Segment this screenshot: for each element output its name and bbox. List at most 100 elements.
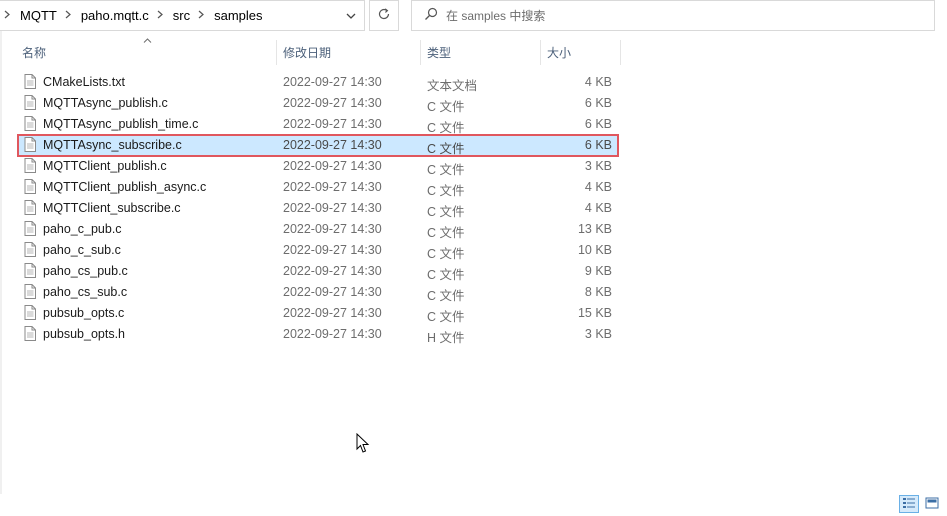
column-header-size-label: 大小	[547, 46, 572, 60]
file-row[interactable]: paho_cs_sub.c 2022-09-27 14:30 C 文件 8 KB	[18, 282, 618, 303]
file-type: C 文件	[427, 226, 465, 240]
file-size: 15 KB	[577, 306, 612, 320]
column-divider[interactable]	[620, 40, 621, 65]
file-type: 文本文档	[427, 79, 478, 93]
file-size: 10 KB	[577, 243, 612, 257]
column-header-name[interactable]: 名称	[22, 40, 272, 65]
file-row[interactable]: MQTTClient_subscribe.c 2022-09-27 14:30 C …	[18, 198, 618, 219]
file-date-modified: 2022-09-27 14:30	[283, 222, 382, 236]
file-row[interactable]: MQTTAsync_publish_time.c 2022-09-27 14:30…	[18, 114, 618, 135]
file-name: pubsub_opts.c	[43, 306, 125, 320]
file-type: H 文件	[427, 331, 465, 345]
document-icon	[24, 200, 36, 218]
file-type: C 文件	[427, 100, 465, 114]
file-date-modified: 2022-09-27 14:30	[283, 306, 382, 320]
breadcrumb-src[interactable]: src	[169, 8, 194, 23]
column-header-date-label: 修改日期	[283, 46, 332, 60]
large-icons-view-icon	[925, 497, 939, 512]
file-size: 4 KB	[584, 75, 612, 89]
file-row[interactable]: MQTTAsync_publish.c 2022-09-27 14:30 C 文件 6…	[18, 93, 618, 114]
chevron-right-icon[interactable]	[153, 10, 169, 22]
file-row[interactable]: MQTTClient_publish.c 2022-09-27 14:30 C 文件…	[18, 156, 618, 177]
column-header-type-label: 类型	[427, 46, 452, 60]
file-row[interactable]: paho_c_sub.c 2022-09-27 14:30 C 文件 10 KB	[18, 240, 618, 261]
document-icon	[24, 263, 36, 281]
document-icon	[24, 137, 36, 155]
column-divider[interactable]	[540, 40, 541, 65]
file-name: pubsub_opts.h	[43, 327, 126, 341]
column-divider[interactable]	[276, 40, 277, 65]
details-view-icon	[902, 497, 916, 512]
file-name: MQTTAsync_subscribe.c	[43, 138, 182, 152]
file-name: MQTTAsync_publish.c	[43, 96, 168, 110]
file-type: C 文件	[427, 268, 465, 282]
chevron-right-icon[interactable]	[0, 10, 16, 22]
breadcrumb-mqtt[interactable]: MQTT	[16, 8, 61, 23]
file-date-modified: 2022-09-27 14:30	[283, 285, 382, 299]
breadcrumb-paho-mqtt-c[interactable]: paho.mqtt.c	[77, 8, 153, 23]
search-icon	[424, 7, 438, 24]
chevron-right-icon[interactable]	[194, 10, 210, 22]
file-date-modified: 2022-09-27 14:30	[283, 201, 382, 215]
file-date-modified: 2022-09-27 14:30	[283, 327, 382, 341]
file-type: C 文件	[427, 247, 465, 261]
file-date-modified: 2022-09-27 14:30	[283, 180, 382, 194]
file-date-modified: 2022-09-27 14:30	[283, 243, 382, 257]
file-row[interactable]: MQTTAsync_subscribe.c 2022-09-27 14:30 C 文…	[17, 134, 619, 157]
file-date-modified: 2022-09-27 14:30	[283, 264, 382, 278]
file-type: C 文件	[427, 142, 465, 156]
column-header-type[interactable]: 类型	[427, 40, 537, 65]
chevron-right-icon[interactable]	[61, 10, 77, 22]
refresh-icon	[377, 7, 391, 24]
file-type: C 文件	[427, 205, 465, 219]
document-icon	[24, 305, 36, 323]
details-view-button[interactable]	[899, 495, 919, 513]
column-divider[interactable]	[420, 40, 421, 65]
document-icon	[24, 326, 36, 344]
refresh-button[interactable]	[369, 0, 399, 31]
file-row[interactable]: paho_cs_pub.c 2022-09-27 14:30 C 文件 9 KB	[18, 261, 618, 282]
file-size: 4 KB	[584, 180, 612, 194]
file-row[interactable]: CMakeLists.txt 2022-09-27 14:30 文本文档 4 KB	[18, 72, 618, 93]
file-row[interactable]: MQTTClient_publish_async.c 2022-09-27 14:…	[18, 177, 618, 198]
file-date-modified: 2022-09-27 14:30	[283, 75, 382, 89]
document-icon	[24, 95, 36, 113]
search-box[interactable]	[411, 0, 935, 31]
file-name: MQTTClient_subscribe.c	[43, 201, 181, 215]
large-icons-view-button[interactable]	[922, 495, 942, 513]
view-mode-switcher	[899, 495, 942, 513]
file-date-modified: 2022-09-27 14:30	[283, 96, 382, 110]
file-type: C 文件	[427, 289, 465, 303]
file-size: 8 KB	[584, 285, 612, 299]
chevron-down-icon[interactable]	[344, 1, 358, 30]
file-name: paho_cs_pub.c	[43, 264, 128, 278]
breadcrumb-samples[interactable]: samples	[210, 8, 266, 23]
navigation-pane-edge	[0, 31, 2, 494]
document-icon	[24, 242, 36, 260]
address-bar[interactable]: MQTT paho.mqtt.c src samples	[0, 0, 365, 31]
file-size: 3 KB	[584, 327, 612, 341]
file-name: MQTTAsync_publish_time.c	[43, 117, 199, 131]
file-name: MQTTClient_publish_async.c	[43, 180, 207, 194]
column-header-name-label: 名称	[22, 46, 47, 60]
file-type: C 文件	[427, 310, 465, 324]
mouse-cursor-icon	[356, 432, 370, 457]
column-header-size[interactable]: 大小	[547, 40, 617, 65]
file-type: C 文件	[427, 184, 465, 198]
file-row[interactable]: pubsub_opts.c 2022-09-27 14:30 C 文件 15 KB	[18, 303, 618, 324]
file-size: 13 KB	[577, 222, 612, 236]
file-type: C 文件	[427, 163, 465, 177]
file-name: CMakeLists.txt	[43, 75, 125, 89]
column-header-date[interactable]: 修改日期	[283, 40, 418, 65]
search-input[interactable]	[444, 7, 928, 24]
file-row[interactable]: pubsub_opts.h 2022-09-27 14:30 H 文件 3 KB	[18, 324, 618, 345]
file-size: 9 KB	[584, 264, 612, 278]
file-size: 6 KB	[584, 96, 612, 110]
file-size: 4 KB	[584, 201, 612, 215]
document-icon	[24, 116, 36, 134]
file-row[interactable]: paho_c_pub.c 2022-09-27 14:30 C 文件 13 KB	[18, 219, 618, 240]
file-name: paho_c_pub.c	[43, 222, 122, 236]
file-name: paho_c_sub.c	[43, 243, 121, 257]
file-name: paho_cs_sub.c	[43, 285, 128, 299]
file-size: 6 KB	[584, 117, 612, 131]
